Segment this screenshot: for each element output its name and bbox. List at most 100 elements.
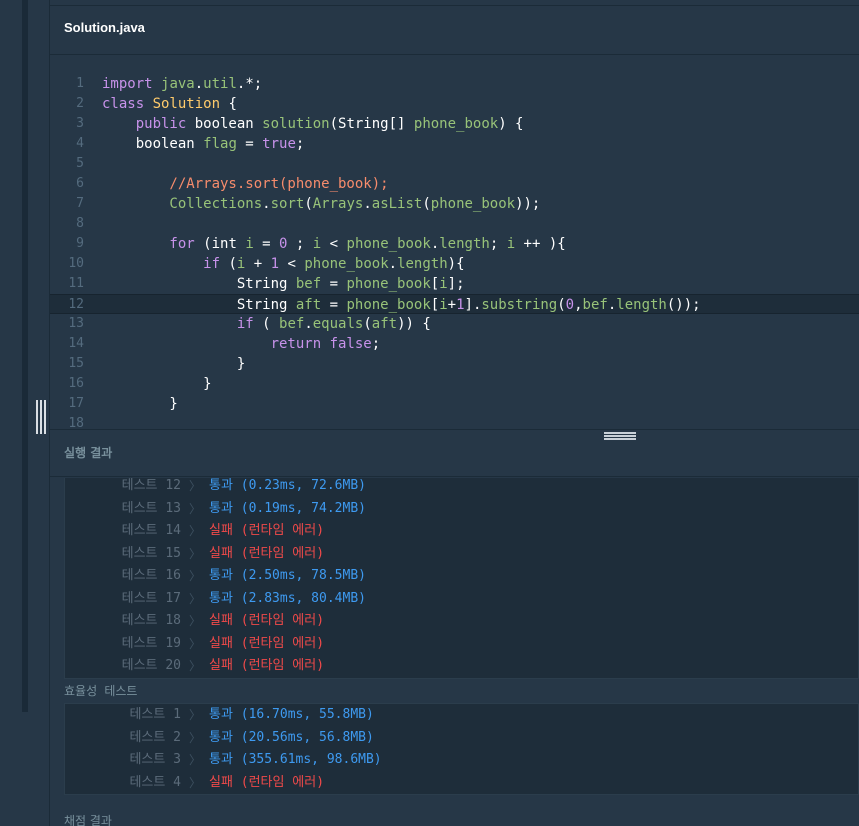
code-text: //Arrays.sort(phone_book); [102,174,388,194]
code-line[interactable]: 13 if ( bef.equals(aft)) { [50,314,859,334]
code-token: .*; [236,76,263,92]
code-token: ; [371,336,381,352]
test-result: 통과 (20.56ms, 56.8MB) [209,729,374,745]
result-row: 테스트 19 〉 실패 (런타임 에러) [65,633,858,655]
code-token: i [245,236,254,252]
code-token: . [363,196,372,212]
code-token: 1 [270,256,280,272]
code-line[interactable]: 18 [50,414,859,430]
code-token: phone_book [304,256,389,272]
chevron-right-icon: 〉 [189,501,202,516]
code-token: < [321,236,347,252]
code-token: )) { [397,316,431,332]
code-text: import java.util.*; [102,74,262,94]
test-name: 테스트 14 [121,523,181,538]
test-name: 테스트 19 [121,635,181,651]
code-text: public boolean solution(String[] phone_b… [102,114,524,134]
efficiency-section-label: 효율성 테스트 [64,684,138,698]
result-row: 테스트 14 〉 실패 (런타임 에러) [65,520,858,542]
line-number: 17 [68,396,84,411]
code-text: Collections.sort(Arrays.asList(phone_boo… [102,194,540,214]
code-line[interactable]: 4 boolean flag = true; [50,134,859,154]
test-name: 테스트 4 [129,774,181,790]
test-name: 테스트 15 [121,545,181,561]
code-token: bef [582,297,608,313]
code-token: bef [295,276,322,292]
code-line[interactable]: 14 return false; [50,334,859,354]
panel-resize-handle[interactable] [604,432,636,440]
line-number: 5 [76,156,84,171]
code-token: i [439,276,448,292]
code-token: sort [270,196,305,212]
result-row: 테스트 17 〉 통과 (2.83ms, 80.4MB) [65,588,858,610]
code-line[interactable]: 3 public boolean solution(String[] phone… [50,114,859,134]
code-token: asList [371,196,423,212]
code-token: 1 [456,297,465,313]
code-token: ) { [498,116,524,132]
code-line[interactable]: 9 for (int i = 0 ; i < phone_book.length… [50,234,859,254]
code-text: } [102,394,178,414]
vertical-split-handle[interactable] [36,400,46,434]
results-panel: 테스트 12 〉 통과 (0.23ms, 72.6MB) 테스트 13 〉 통과 (0.1… [50,478,859,826]
code-area[interactable]: 1 import java.util.*; 2 class Solution {3 p… [50,74,859,430]
test-result: 실패 (런타임 에러) [209,635,325,651]
code-token: } [102,356,246,372]
code-line[interactable]: 11 String bef = phone_book[i]; [50,274,859,294]
chevron-right-icon: 〉 [189,591,202,606]
test-name: 테스트 17 [121,590,181,606]
chevron-right-icon: 〉 [189,775,202,790]
code-text: class Solution { [102,94,237,114]
code-line[interactable]: 7 Collections.sort(Arrays.asList(phone_b… [50,194,859,214]
code-token: + [245,256,271,272]
chevron-right-icon: 〉 [189,659,202,673]
code-text: } [102,354,245,374]
code-token: length [439,236,490,252]
code-line[interactable]: 2 class Solution { [50,94,859,114]
code-token: ( [228,256,237,272]
code-line[interactable]: 6 //Arrays.sort(phone_book); [50,174,859,194]
file-name: Solution.java [64,20,145,35]
line-number: 15 [68,356,84,371]
code-token: } [102,396,178,412]
code-token: if [102,256,229,272]
code-text: String aft = phone_book[i+1].substring(0… [102,295,701,315]
code-line[interactable]: 8 [50,214,859,234]
result-row: 테스트 3 〉 통과 (355.61ms, 98.6MB) [65,749,858,771]
chevron-right-icon: 〉 [189,636,202,651]
code-line[interactable]: 12 String aft = phone_book[i+1].substrin… [50,294,859,314]
code-token: Solution [152,96,221,112]
test-name: 테스트 12 [121,478,181,493]
code-token: ( [422,196,431,212]
code-editor[interactable]: Solution.java 1 import java.util.*; 2 class… [50,5,859,430]
code-token: = [321,276,347,292]
code-token: = [253,236,280,252]
code-token: ()); [666,297,701,313]
code-line[interactable]: 5 [50,154,859,174]
code-token: aft [371,316,398,332]
code-line[interactable]: 10 if (i + 1 < phone_book.length){ [50,254,859,274]
result-row: 테스트 2 〉 통과 (20.56ms, 56.8MB) [65,727,858,749]
code-token: for [102,236,204,252]
code-token: [ [430,297,440,313]
code-token: ++ ){ [515,236,566,252]
code-token: boolean [102,136,204,152]
code-token: true [262,136,296,152]
line-number: 13 [68,316,84,331]
code-token: java [161,76,195,92]
chevron-right-icon: 〉 [189,479,202,493]
result-row: 테스트 12 〉 통과 (0.23ms, 72.6MB) [65,478,858,497]
code-token: = [321,297,347,313]
code-text: String bef = phone_book[i]; [102,274,465,294]
left-scrollbar[interactable] [22,0,28,712]
file-tab[interactable]: Solution.java [50,6,859,55]
test-result: 통과 (2.50ms, 78.5MB) [209,568,366,583]
code-line[interactable]: 1 import java.util.*; [50,74,859,94]
chevron-right-icon: 〉 [189,708,202,722]
code-line[interactable]: 17 } [50,394,859,414]
test-result: 통과 (355.61ms, 98.6MB) [209,752,382,767]
code-line[interactable]: 15 } [50,354,859,374]
code-token: phone_book [413,116,499,132]
result-row: 테스트 4 〉 실패 (런타임 에러) [65,772,858,794]
code-line[interactable]: 16 } [50,374,859,394]
grading-result-label: 채점 결과 [64,814,112,826]
